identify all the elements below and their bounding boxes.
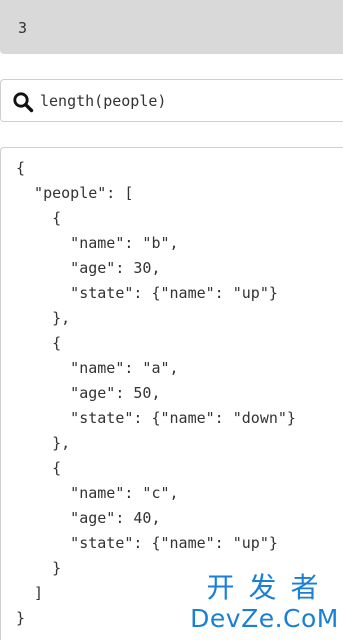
result-value: 3 <box>18 19 28 37</box>
json-line: { <box>16 209 62 227</box>
json-line: }, <box>16 309 71 327</box>
json-line: "age": 50, <box>16 384 161 402</box>
query-input[interactable] <box>40 89 335 113</box>
json-lines: { "people": [ { "name": "b", "age": 30, … <box>16 156 296 631</box>
json-line: "state": {"name": "down"} <box>16 409 296 427</box>
json-line: "name": "b", <box>16 234 179 252</box>
json-line: "name": "c", <box>16 484 179 502</box>
json-line: }, <box>16 434 71 452</box>
json-line: } <box>16 609 26 627</box>
json-line: { <box>16 159 26 177</box>
json-line: "state": {"name": "up"} <box>16 534 278 552</box>
json-input-editor[interactable]: { "people": [ { "name": "b", "age": 30, … <box>0 147 343 640</box>
json-line: "people": [ <box>16 184 134 202</box>
query-bar[interactable] <box>0 79 343 122</box>
json-line: { <box>16 459 62 477</box>
result-output: 3 <box>0 0 343 54</box>
json-line: "age": 40, <box>16 509 161 527</box>
json-line: "age": 30, <box>16 259 161 277</box>
json-line: } <box>16 559 62 577</box>
json-line: "name": "a", <box>16 359 179 377</box>
search-icon <box>12 91 34 113</box>
json-line: "state": {"name": "up"} <box>16 284 278 302</box>
json-line: { <box>16 334 62 352</box>
json-line: ] <box>16 584 44 602</box>
